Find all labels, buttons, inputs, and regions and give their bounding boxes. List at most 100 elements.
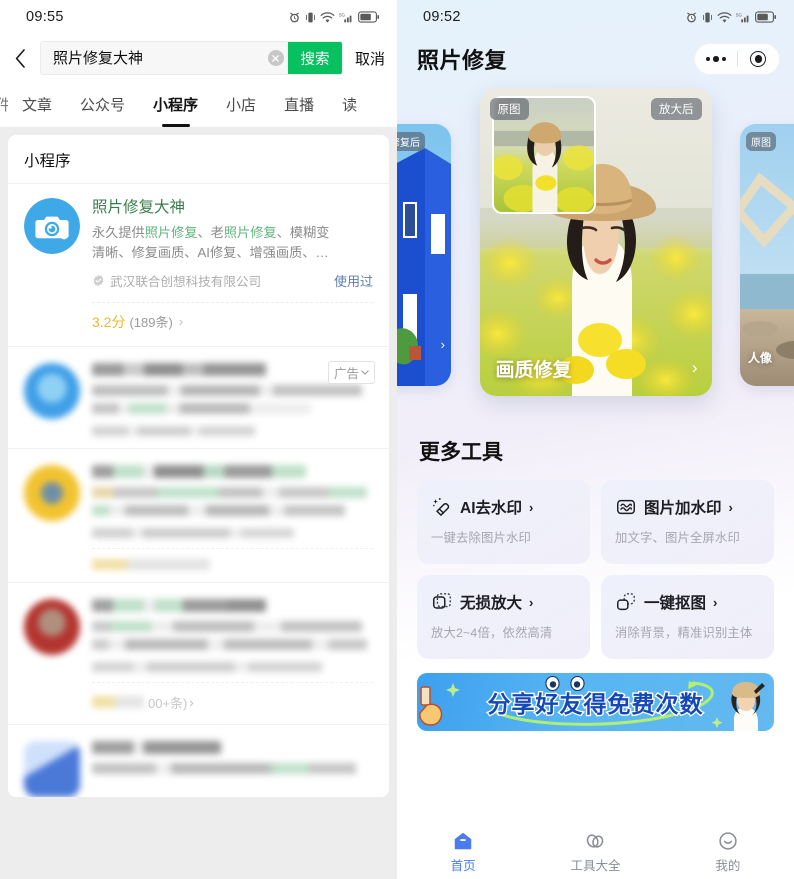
status-bar: 09:52 5G (397, 0, 794, 34)
tab-articles[interactable]: 文章 (8, 82, 66, 127)
tab-label: 工具大全 (570, 859, 621, 873)
miniprogram-home-screen: 09:52 5G 照片修复 复后 › 原图 人像 原图 放大后 画质修复 › 更… (397, 0, 794, 879)
tab-live[interactable]: 直播 (270, 82, 328, 127)
tab-mini-programs[interactable]: 小程序 (139, 82, 212, 127)
app-icon (24, 198, 80, 254)
tool-subtitle: 消除背景，精准识别主体 (615, 626, 753, 640)
list-item-icon (24, 362, 80, 419)
result-body: 照片修复大神 永久提供照片修复、老照片修复、模糊变 清晰、修复画质、AI修复、增… (92, 198, 373, 292)
back-button[interactable] (6, 41, 34, 75)
tab-reading[interactable]: 读 (328, 82, 371, 127)
chevron-right-icon: › (178, 314, 184, 330)
wechat-search-screen: 09:55 5G 照片修复大神 搜索 取消 件 文章 公众号 小程序 小店 直播… (0, 0, 397, 879)
status-time: 09:55 (26, 9, 64, 25)
tool-card-ai-remove-watermark[interactable]: AI去水印 › 一键去除图片水印 (417, 480, 590, 564)
blurred-title (92, 598, 267, 612)
chevron-right-icon: › (189, 694, 194, 710)
blurred-rating-row-3[interactable]: 00+条) › (92, 681, 373, 724)
chevron-right-icon: › (728, 499, 733, 515)
blurred-line (92, 762, 357, 774)
tool-card-lossless-enlarge[interactable]: 无损放大 › 放大2~4倍，依然高清 (417, 575, 590, 659)
blurred-line (92, 384, 362, 396)
chevron-right-icon: › (713, 594, 718, 610)
eraser-sparkle-icon (433, 498, 450, 516)
tool-head: 一键抠图 › (615, 591, 760, 613)
feature-carousel[interactable]: 修复后 › 原 (397, 88, 794, 418)
rating-score: 3.2分 (92, 313, 126, 330)
tab-all-tools[interactable]: 工具大全 (529, 830, 661, 874)
dual-screenshot: 09:55 5G 照片修复大神 搜索 取消 件 文章 公众号 小程序 小店 直播… (0, 0, 794, 879)
search-value: 照片修复大神 (53, 49, 144, 67)
more-menu-button[interactable] (695, 56, 737, 62)
slide-badge-original: 原图 (489, 98, 529, 120)
result-company: 武汉联合创想科技有限公司 (110, 274, 262, 289)
search-bar: 照片修复大神 搜索 取消 (0, 34, 397, 82)
rating-count-partial: 00+条) (148, 695, 188, 711)
tab-shops[interactable]: 小店 (212, 82, 270, 127)
tool-card-one-tap-cutout[interactable]: 一键抠图 › 消除背景，精准识别主体 (601, 575, 774, 659)
result-item-blurred-4[interactable] (8, 723, 389, 797)
tab-label: 我的 (715, 859, 741, 873)
vibrate-icon (306, 12, 315, 22)
used-before-label[interactable]: 使用过 (334, 271, 373, 290)
tab-official-accounts[interactable]: 公众号 (66, 82, 139, 127)
signal-icon: 5G (339, 12, 352, 22)
status-time: 09:52 (423, 9, 461, 25)
status-icons: 5G (288, 11, 379, 24)
search-results-list[interactable]: 小程序 照片修复大神 永久提供照片修复、老照片修复、模糊变 清晰、修复画质、AI… (0, 127, 397, 879)
app-header: 照片修复 (397, 34, 794, 84)
chevron-right-icon: › (691, 358, 698, 377)
verified-badge-icon (93, 274, 104, 286)
result-item-blurred-2[interactable] (8, 447, 389, 538)
desc-highlight-b: 照片修复 (223, 224, 277, 240)
result-meta: 武汉联合创想科技有限公司 使用过 (92, 271, 373, 290)
list-item-icon (24, 464, 80, 521)
ad-label: 广告 (333, 366, 359, 381)
close-miniprogram-button[interactable] (738, 51, 780, 67)
tab-home[interactable]: 首页 (397, 830, 529, 874)
share-promo-banner[interactable]: 分享好友得免费次数 (417, 673, 774, 731)
blurred-title (92, 362, 267, 376)
blurred-rating-row-2[interactable] (92, 547, 373, 582)
more-dots-icon (706, 56, 726, 62)
camera-droplet-icon (24, 198, 80, 254)
result-item-blurred-1[interactable]: 广告 (8, 345, 389, 436)
result-item-blurred-3[interactable] (8, 581, 389, 672)
carousel-slide-right[interactable]: 原图 人像 (740, 124, 794, 386)
desc-highlight-a: 照片修复 (144, 224, 198, 240)
back-icon (15, 48, 25, 68)
blurred-line (92, 620, 362, 632)
tool-name: AI去水印 (460, 500, 523, 517)
tool-name: 图片加水印 (644, 500, 722, 517)
chevron-right-icon: › (440, 337, 445, 352)
tab-partial-left[interactable]: 件 (0, 82, 8, 127)
wifi-icon (717, 11, 732, 23)
search-input[interactable]: 照片修复大神 (41, 42, 268, 74)
rating-count: (189条) (129, 315, 173, 331)
search-submit-button[interactable]: 搜索 (287, 42, 342, 74)
blurred-line (92, 638, 368, 650)
watermark-wave-icon (617, 499, 635, 515)
signal-icon: 5G (736, 12, 749, 22)
slide-label: 画质修复 (495, 360, 572, 381)
chevron-down-icon (361, 370, 369, 375)
page-title: 照片修复 (417, 48, 508, 73)
tools-icon (587, 834, 604, 848)
slide-badge-enhanced: 放大后 (651, 98, 702, 120)
svg-text:5G: 5G (736, 12, 743, 17)
blurred-rating (92, 558, 211, 570)
slide-label: 人像 (748, 351, 773, 365)
target-circle-icon (750, 51, 767, 67)
ad-tag[interactable]: 广告 (327, 360, 375, 384)
tab-profile[interactable]: 我的 (662, 830, 794, 874)
tool-card-add-watermark[interactable]: 图片加水印 › 加文字、图片全屏水印 (601, 480, 774, 564)
carousel-slide-center[interactable]: 原图 放大后 画质修复 › (479, 88, 712, 396)
tool-subtitle: 放大2~4倍，依然高清 (431, 626, 553, 640)
cancel-button[interactable]: 取消 (349, 48, 387, 69)
carousel-slide-left[interactable]: 修复后 › (397, 124, 451, 386)
clear-icon[interactable] (267, 50, 284, 66)
result-item-primary[interactable]: 照片修复大神 永久提供照片修复、老照片修复、模糊变 清晰、修复画质、AI修复、增… (8, 184, 389, 292)
status-icons: 5G (685, 11, 776, 24)
rating-row[interactable]: 3.2分 (189条) › (92, 301, 373, 346)
blurred-line (92, 661, 323, 672)
